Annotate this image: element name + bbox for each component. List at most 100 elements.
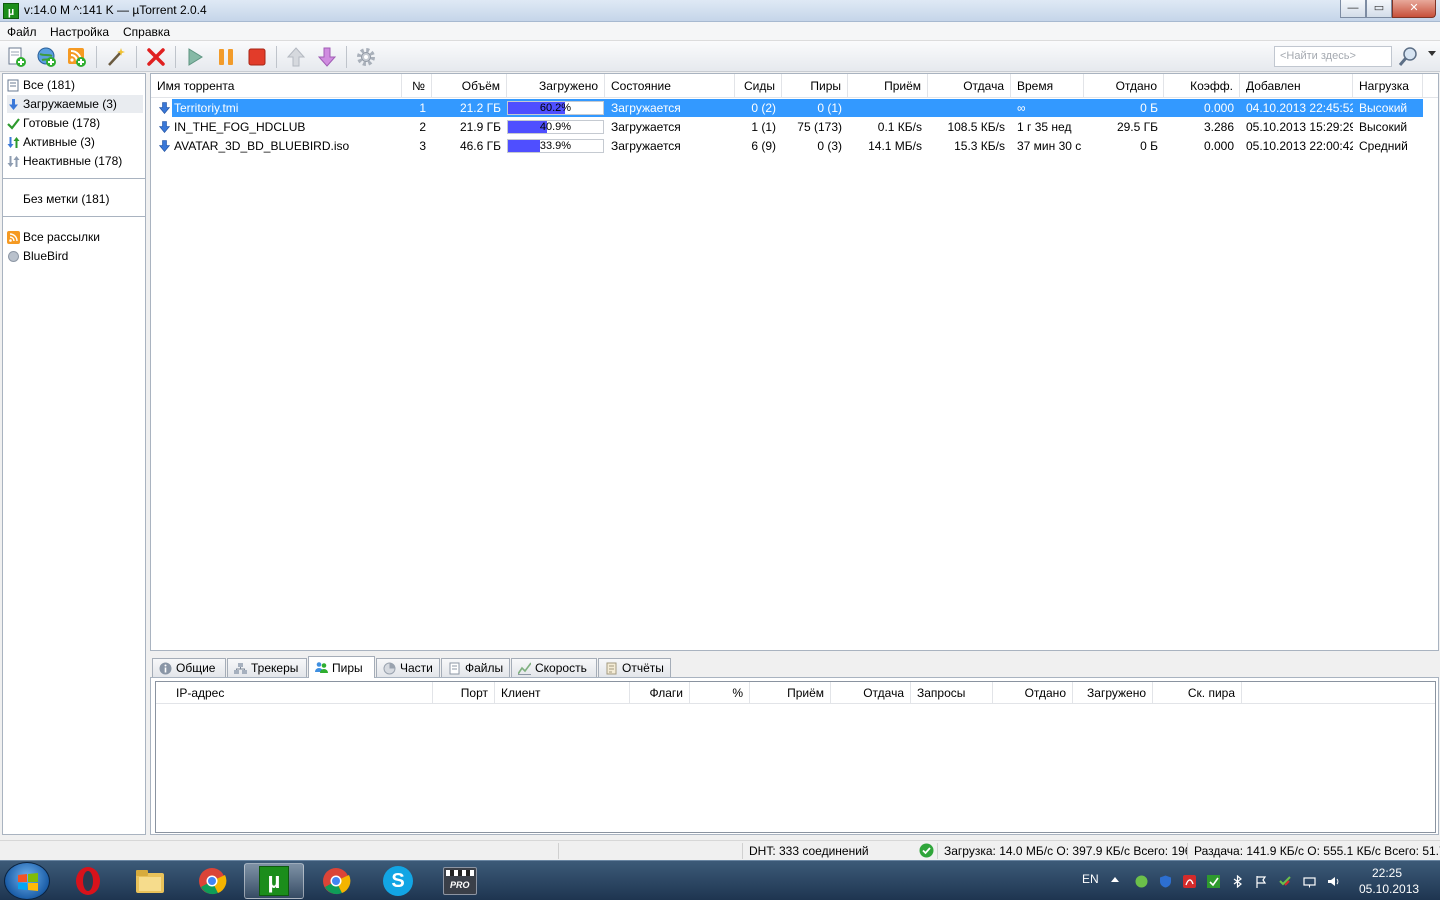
sidebar-item-bluebird[interactable]: BlueBird	[7, 247, 143, 265]
column-seeds[interactable]: Сиды	[735, 74, 782, 98]
clapperboard-icon: PRO	[443, 867, 477, 895]
column-peer-uploaded[interactable]: Отдано	[993, 682, 1073, 704]
search-dropdown-icon[interactable]	[1428, 51, 1436, 56]
column-priority[interactable]: Нагрузка	[1353, 74, 1423, 98]
clock-date[interactable]: 05.10.2013	[1359, 882, 1419, 896]
table-row[interactable]: Territoriy.tmi 1 21.2 ГБ 60.2% Загружает…	[151, 99, 1438, 117]
taskbar-utorrent[interactable]: µ	[244, 863, 304, 899]
column-number[interactable]: №	[402, 74, 432, 98]
sidebar-item-all-feeds[interactable]: Все рассылки	[7, 228, 143, 246]
column-peer-down[interactable]: Приём	[750, 682, 831, 704]
torrent-number: 1	[419, 101, 426, 115]
column-peer-speed[interactable]: Ск. пира	[1153, 682, 1242, 704]
torrent-status: Загружается	[611, 101, 681, 115]
tab-files[interactable]: Файлы	[441, 658, 510, 677]
create-torrent-button[interactable]	[104, 45, 128, 69]
column-peer-up[interactable]: Отдача	[831, 682, 911, 704]
taskbar-media-player[interactable]: PRO	[430, 863, 490, 899]
search-input[interactable]: <Найти здесь>	[1274, 46, 1392, 67]
column-down-speed[interactable]: Приём	[848, 74, 928, 98]
network-icon[interactable]	[1303, 875, 1316, 888]
column-requests[interactable]: Запросы	[911, 682, 993, 704]
pause-button[interactable]	[214, 45, 238, 69]
sidebar-item-active[interactable]: Активные (3)	[7, 133, 143, 151]
add-url-button[interactable]	[35, 45, 59, 69]
start-button[interactable]	[4, 862, 50, 900]
add-rss-button[interactable]	[65, 45, 89, 69]
table-row[interactable]: AVATAR_3D_BD_BLUEBIRD.iso 3 46.6 ГБ 33.9…	[151, 137, 1438, 155]
taskbar-opera[interactable]	[58, 863, 118, 899]
sidebar-item-all[interactable]: Все (181)	[7, 76, 143, 94]
column-size[interactable]: Объём	[432, 74, 507, 98]
column-peers[interactable]: Пиры	[782, 74, 848, 98]
stop-button[interactable]	[245, 45, 269, 69]
clock-time[interactable]: 22:25	[1372, 866, 1402, 880]
column-done[interactable]: Загружено	[507, 74, 605, 98]
sidebar-item-downloading[interactable]: Загружаемые (3)	[7, 95, 143, 113]
menu-help[interactable]: Справка	[123, 25, 170, 39]
taskbar-chrome[interactable]	[182, 863, 242, 899]
menu-file[interactable]: Файл	[7, 25, 37, 39]
tab-logger[interactable]: Отчёты	[598, 658, 671, 677]
pause-icon	[219, 49, 233, 65]
taskbar-skype[interactable]: S	[368, 863, 428, 899]
torrent-list: Имя торрента № Объём Загружено Состояние…	[150, 73, 1439, 651]
move-down-button[interactable]	[315, 45, 339, 69]
start-button[interactable]	[183, 45, 207, 69]
column-ratio[interactable]: Коэфф.	[1164, 74, 1240, 98]
tray-acrobat-icon[interactable]	[1183, 875, 1196, 888]
tab-pieces[interactable]: Части	[376, 658, 440, 677]
tab-speed[interactable]: Скорость	[511, 658, 597, 677]
sidebar-item-completed[interactable]: Готовые (178)	[7, 114, 143, 132]
remove-button[interactable]	[144, 45, 168, 69]
column-peer-downloaded[interactable]: Загружено	[1073, 682, 1153, 704]
upload-status[interactable]: Раздача: 141.9 КБ/с О: 555.1 КБ/с Всего:…	[1187, 843, 1440, 859]
bluetooth-icon[interactable]	[1231, 875, 1244, 888]
taskbar-explorer[interactable]	[120, 863, 180, 899]
search-button[interactable]	[1396, 45, 1420, 69]
column-ip[interactable]: IP-адрес	[156, 682, 433, 704]
language-indicator[interactable]: EN	[1082, 872, 1099, 886]
close-button[interactable]: ✕	[1392, 0, 1436, 18]
move-up-button[interactable]	[284, 45, 308, 69]
menu-settings[interactable]: Настройка	[50, 25, 109, 39]
column-added[interactable]: Добавлен	[1240, 74, 1353, 98]
download-status[interactable]: Загрузка: 14.0 МБ/с О: 397.9 КБ/с Всего:…	[937, 843, 1187, 859]
tab-label: Общие	[176, 661, 216, 675]
column-flags[interactable]: Флаги	[630, 682, 690, 704]
preferences-button[interactable]	[354, 45, 378, 69]
sidebar-item-no-label[interactable]: Без метки (181)	[7, 190, 143, 208]
minimize-button[interactable]: —	[1340, 0, 1366, 18]
window-controls: — ▭ ✕	[1340, 0, 1436, 18]
sidebar-item-inactive[interactable]: Неактивные (178)	[7, 152, 143, 170]
torrent-ratio: 0.000	[1203, 101, 1234, 115]
tray-security-icon[interactable]	[1135, 875, 1148, 888]
tab-general[interactable]: Общие	[152, 658, 226, 677]
column-name[interactable]: Имя торрента	[151, 74, 402, 98]
tab-trackers[interactable]: Трекеры	[227, 658, 307, 677]
column-status[interactable]: Состояние	[605, 74, 735, 98]
volume-icon[interactable]	[1327, 875, 1340, 888]
network-ok-icon[interactable]	[919, 843, 934, 858]
torrent-name: IN_THE_FOG_HDCLUB	[174, 120, 306, 134]
all-icon	[7, 79, 19, 91]
column-percent[interactable]: %	[690, 682, 750, 704]
show-hidden-icons[interactable]	[1111, 877, 1119, 882]
maximize-button[interactable]: ▭	[1366, 0, 1392, 18]
sidebar-item-label: Все рассылки	[23, 230, 100, 244]
taskbar-chrome-2[interactable]	[306, 863, 366, 899]
tray-shield-icon[interactable]	[1159, 875, 1172, 888]
windows-logo-icon	[18, 873, 38, 891]
column-eta[interactable]: Время	[1011, 74, 1084, 98]
tray-utorrent-icon[interactable]	[1207, 875, 1220, 888]
table-row[interactable]: IN_THE_FOG_HDCLUB 2 21.9 ГБ 40.9% Загруж…	[151, 118, 1438, 136]
column-up-speed[interactable]: Отдача	[928, 74, 1011, 98]
column-uploaded[interactable]: Отдано	[1084, 74, 1164, 98]
tab-peers[interactable]: Пиры	[308, 656, 375, 678]
add-torrent-button[interactable]	[5, 45, 29, 69]
column-port[interactable]: Порт	[433, 682, 495, 704]
tray-security-essentials-icon[interactable]	[1279, 875, 1292, 888]
column-client[interactable]: Клиент	[495, 682, 630, 704]
check-icon	[7, 117, 20, 130]
action-center-flag-icon[interactable]	[1255, 875, 1268, 888]
